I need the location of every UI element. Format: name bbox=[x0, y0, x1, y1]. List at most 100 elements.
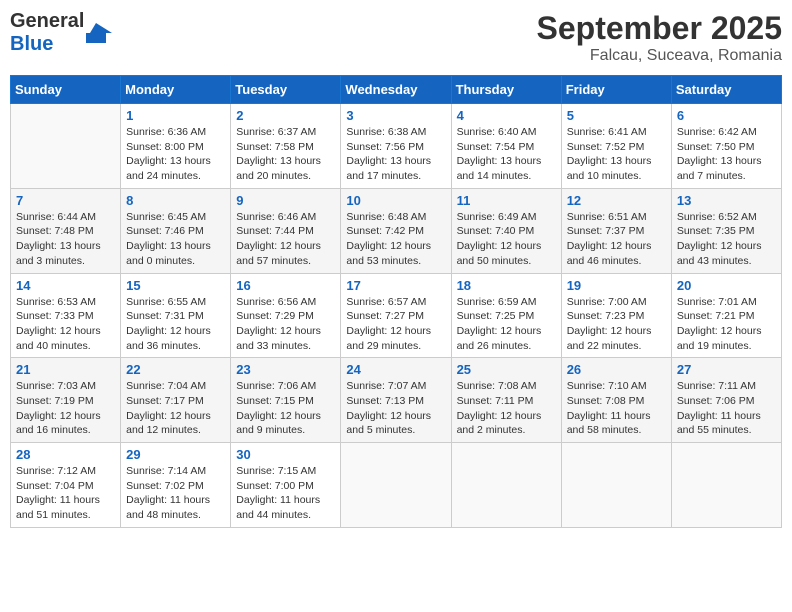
calendar-cell: 23Sunrise: 7:06 AMSunset: 7:15 PMDayligh… bbox=[231, 358, 341, 443]
sunrise-text: Sunrise: 6:46 AM bbox=[236, 210, 335, 225]
weekday-header-row: SundayMondayTuesdayWednesdayThursdayFrid… bbox=[11, 76, 782, 104]
daylight-text: and 19 minutes. bbox=[677, 339, 776, 354]
calendar-cell: 24Sunrise: 7:07 AMSunset: 7:13 PMDayligh… bbox=[341, 358, 451, 443]
calendar-cell: 10Sunrise: 6:48 AMSunset: 7:42 PMDayligh… bbox=[341, 188, 451, 273]
sunset-text: Sunset: 7:19 PM bbox=[16, 394, 115, 409]
daylight-text: Daylight: 11 hours bbox=[236, 493, 335, 508]
calendar-cell: 29 Sunrise: 7:14 AMSunset: 7:02 PMDayligh… bbox=[121, 443, 231, 528]
weekday-header-wednesday: Wednesday bbox=[341, 76, 451, 104]
daylight-text: Daylight: 12 hours bbox=[346, 239, 445, 254]
daylight-text: and 58 minutes. bbox=[567, 423, 666, 438]
day-number: 4 bbox=[457, 108, 556, 123]
calendar-cell bbox=[11, 104, 121, 189]
sunrise-text: Sunrise: 7:01 AM bbox=[677, 295, 776, 310]
calendar-cell: 8 Sunrise: 6:45 AMSunset: 7:46 PMDaylight… bbox=[121, 188, 231, 273]
daylight-text: and 55 minutes. bbox=[677, 423, 776, 438]
sunrise-text: Sunrise: 7:00 AM bbox=[567, 295, 666, 310]
sunrise-text: Sunrise: 6:55 AM bbox=[126, 295, 225, 310]
day-number: 8 bbox=[126, 193, 225, 208]
calendar-cell: 30Sunrise: 7:15 AMSunset: 7:00 PMDayligh… bbox=[231, 443, 341, 528]
weekday-header-saturday: Saturday bbox=[671, 76, 781, 104]
logo-line2: Blue bbox=[10, 33, 84, 56]
calendar-cell: 13Sunrise: 6:52 AMSunset: 7:35 PMDayligh… bbox=[671, 188, 781, 273]
day-number: 1 bbox=[126, 108, 225, 123]
daylight-text: Daylight: 13 hours bbox=[677, 154, 776, 169]
logo-text: GeneralBlue bbox=[10, 10, 84, 56]
sunset-text: Sunset: 7:08 PM bbox=[567, 394, 666, 409]
location: Falcau, Suceava, Romania bbox=[537, 47, 782, 65]
day-number: 29 bbox=[126, 447, 225, 462]
daylight-text: and 16 minutes. bbox=[16, 423, 115, 438]
calendar-cell: 25Sunrise: 7:08 AMSunset: 7:11 PMDayligh… bbox=[451, 358, 561, 443]
sunrise-text: Sunrise: 7:11 AM bbox=[677, 379, 776, 394]
sunset-text: Sunset: 7:31 PM bbox=[126, 309, 225, 324]
day-number: 9 bbox=[236, 193, 335, 208]
daylight-text: and 7 minutes. bbox=[677, 169, 776, 184]
sunrise-text: Sunrise: 7:14 AM bbox=[126, 464, 225, 479]
weekday-header-monday: Monday bbox=[121, 76, 231, 104]
calendar-cell: 21Sunrise: 7:03 AMSunset: 7:19 PMDayligh… bbox=[11, 358, 121, 443]
logo-line1: General bbox=[10, 10, 84, 33]
weekday-header-friday: Friday bbox=[561, 76, 671, 104]
sunset-text: Sunset: 7:27 PM bbox=[346, 309, 445, 324]
daylight-text: Daylight: 11 hours bbox=[126, 493, 225, 508]
daylight-text: and 51 minutes. bbox=[16, 508, 115, 523]
calendar-cell: 3Sunrise: 6:38 AMSunset: 7:56 PMDaylight… bbox=[341, 104, 451, 189]
sunrise-text: Sunrise: 6:45 AM bbox=[126, 210, 225, 225]
sunrise-text: Sunrise: 6:52 AM bbox=[677, 210, 776, 225]
calendar-cell: 2Sunrise: 6:37 AMSunset: 7:58 PMDaylight… bbox=[231, 104, 341, 189]
sunset-text: Sunset: 7:40 PM bbox=[457, 224, 556, 239]
daylight-text: and 48 minutes. bbox=[126, 508, 225, 523]
day-number: 28 bbox=[16, 447, 115, 462]
calendar-cell bbox=[671, 443, 781, 528]
daylight-text: Daylight: 12 hours bbox=[236, 409, 335, 424]
daylight-text: Daylight: 12 hours bbox=[16, 409, 115, 424]
calendar-cell: 17Sunrise: 6:57 AMSunset: 7:27 PMDayligh… bbox=[341, 273, 451, 358]
calendar-cell: 19Sunrise: 7:00 AMSunset: 7:23 PMDayligh… bbox=[561, 273, 671, 358]
sunrise-text: Sunrise: 7:07 AM bbox=[346, 379, 445, 394]
calendar-cell: 5Sunrise: 6:41 AMSunset: 7:52 PMDaylight… bbox=[561, 104, 671, 189]
day-number: 13 bbox=[677, 193, 776, 208]
daylight-text: and 10 minutes. bbox=[567, 169, 666, 184]
sunrise-text: Sunrise: 6:56 AM bbox=[236, 295, 335, 310]
daylight-text: and 29 minutes. bbox=[346, 339, 445, 354]
calendar-cell bbox=[341, 443, 451, 528]
sunset-text: Sunset: 7:33 PM bbox=[16, 309, 115, 324]
day-number: 5 bbox=[567, 108, 666, 123]
daylight-text: and 36 minutes. bbox=[126, 339, 225, 354]
sunset-text: Sunset: 7:46 PM bbox=[126, 224, 225, 239]
weekday-header-sunday: Sunday bbox=[11, 76, 121, 104]
daylight-text: Daylight: 13 hours bbox=[126, 239, 225, 254]
daylight-text: and 17 minutes. bbox=[346, 169, 445, 184]
day-number: 17 bbox=[346, 278, 445, 293]
sunrise-text: Sunrise: 7:12 AM bbox=[16, 464, 115, 479]
calendar-cell bbox=[561, 443, 671, 528]
calendar-cell: 12Sunrise: 6:51 AMSunset: 7:37 PMDayligh… bbox=[561, 188, 671, 273]
day-number: 10 bbox=[346, 193, 445, 208]
weekday-header-thursday: Thursday bbox=[451, 76, 561, 104]
day-number: 12 bbox=[567, 193, 666, 208]
daylight-text: and 0 minutes. bbox=[126, 254, 225, 269]
day-number: 18 bbox=[457, 278, 556, 293]
daylight-text: Daylight: 12 hours bbox=[457, 324, 556, 339]
daylight-text: Daylight: 12 hours bbox=[567, 239, 666, 254]
day-number: 26 bbox=[567, 362, 666, 377]
day-number: 7 bbox=[16, 193, 115, 208]
sunset-text: Sunset: 7:50 PM bbox=[677, 140, 776, 155]
calendar-cell: 16Sunrise: 6:56 AMSunset: 7:29 PMDayligh… bbox=[231, 273, 341, 358]
sunset-text: Sunset: 7:48 PM bbox=[16, 224, 115, 239]
sunset-text: Sunset: 7:02 PM bbox=[126, 479, 225, 494]
day-number: 15 bbox=[126, 278, 225, 293]
sunrise-text: Sunrise: 6:49 AM bbox=[457, 210, 556, 225]
daylight-text: and 5 minutes. bbox=[346, 423, 445, 438]
daylight-text: Daylight: 13 hours bbox=[346, 154, 445, 169]
calendar-cell: 14Sunrise: 6:53 AMSunset: 7:33 PMDayligh… bbox=[11, 273, 121, 358]
daylight-text: Daylight: 12 hours bbox=[677, 239, 776, 254]
daylight-text: and 57 minutes. bbox=[236, 254, 335, 269]
day-number: 20 bbox=[677, 278, 776, 293]
sunrise-text: Sunrise: 6:36 AM bbox=[126, 125, 225, 140]
calendar-week-1: 1Sunrise: 6:36 AMSunset: 8:00 PMDaylight… bbox=[11, 104, 782, 189]
daylight-text: and 53 minutes. bbox=[346, 254, 445, 269]
sunset-text: Sunset: 7:15 PM bbox=[236, 394, 335, 409]
sunrise-text: Sunrise: 6:40 AM bbox=[457, 125, 556, 140]
